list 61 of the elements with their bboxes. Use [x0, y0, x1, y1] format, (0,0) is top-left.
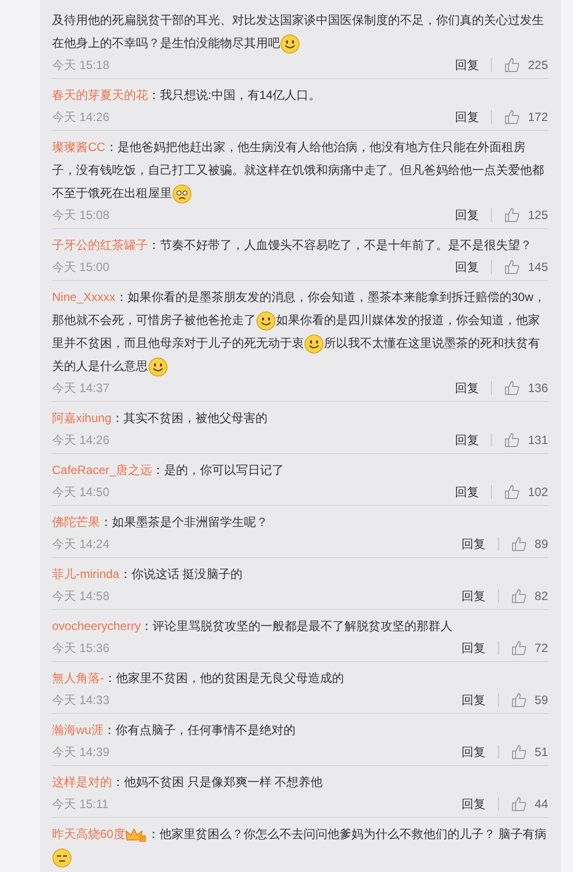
timestamp: 今天 14:50 — [52, 484, 110, 501]
comment-text: ：是他爸妈把他赶出家，他生病没有人给他治病，他没有地方住只能在外面租房 — [105, 139, 526, 156]
comment-text: 子，没有钱吃饭，自己打工又被骗。就这样在饥饿和病痛中走了。但凡爸妈给他一点关爱他都 — [52, 162, 544, 179]
comment-text: ：我只想说:中国，有14亿人口。 — [148, 87, 321, 104]
reply-button[interactable]: 回复 — [454, 379, 479, 397]
like-count: 59 — [534, 692, 548, 709]
reply-button[interactable]: 回复 — [462, 743, 486, 761]
like-count: 172 — [528, 109, 548, 126]
reply-button[interactable]: 回复 — [462, 691, 486, 709]
timestamp: 今天 15:36 — [52, 640, 110, 657]
like-count: 102 — [528, 484, 548, 501]
comment-text: ：是的，你可以写日记了 — [152, 462, 284, 479]
comment-text: 及待用他的死扁脱贫干部的耳光、对比发达国家谈中国医保制度的不足，你们真的关心过发生 — [52, 12, 544, 29]
like-count: 136 — [528, 380, 548, 397]
timestamp: 今天 14:39 — [52, 744, 110, 761]
comment-text: 不至于饿死在出租屋里 — [52, 185, 172, 202]
timestamp: 今天 14:26 — [52, 432, 110, 449]
reply-button[interactable]: 回复 — [462, 587, 486, 605]
reply-button[interactable]: 回复 — [454, 206, 479, 224]
timestamp: 今天 14:58 — [52, 588, 110, 605]
reply-button[interactable]: 回复 — [462, 639, 486, 657]
comment-text: 所以我不太懂在这里说墨茶的死和扶贫有 — [324, 335, 540, 352]
comment-text: ：你说这话 挺没脑子的 — [119, 566, 243, 583]
like-count: 89 — [534, 536, 548, 553]
like-count: 72 — [534, 640, 548, 657]
comment-text: ：他家里贫困么？你怎么不去问问他爹妈为什么不救他们的儿子？ 脑子有病 — [147, 826, 547, 843]
reply-button[interactable]: 回复 — [454, 258, 479, 276]
timestamp: 今天 14:33 — [52, 692, 110, 709]
like-count: 131 — [528, 432, 548, 449]
comment-text: 在他身上的不幸吗？是生怕没能物尽其用吧 — [52, 35, 280, 52]
comment-text: ：他家里不贫困，他的贫困是无良父母造成的 — [104, 670, 344, 687]
comment-text: ：评论里骂脱贫攻坚的一般都是最不了解脱贫攻坚的那群人 — [140, 618, 453, 635]
reply-button[interactable]: 回复 — [454, 108, 479, 126]
comment-text: ：他妈不贫困 只是像郑爽一样 不想养他 — [112, 774, 323, 791]
comment-text: 那他就不会死，可惜房子被他爸抢走了 — [52, 312, 256, 329]
reply-button[interactable]: 回复 — [462, 535, 486, 553]
timestamp: 今天 15:00 — [52, 259, 110, 276]
comment-text: 里并不贫困，而且他母亲对于儿子的死无动于衷 — [52, 335, 304, 352]
timestamp: 今天 15:18 — [52, 57, 110, 74]
like-count: 225 — [528, 57, 548, 74]
comment-text: ：节奏不好带了，人血馒头不容易吃了，不是十年前了。是不是很失望？ — [148, 237, 532, 254]
timestamp: 今天 14:26 — [52, 109, 110, 126]
like-count: 145 — [528, 259, 548, 276]
reply-button[interactable]: 回复 — [462, 795, 486, 813]
comment-text: ：如果墨茶是个非洲留学生呢？ — [100, 514, 268, 531]
reply-button[interactable]: 回复 — [454, 483, 479, 501]
timestamp: 今天 15:08 — [52, 207, 110, 224]
comment-text: ：如果你看的是墨茶朋友发的消息，你会知道，墨茶本来能拿到拆迁赔偿的30w， — [115, 289, 546, 306]
like-count: 51 — [534, 744, 548, 761]
like-count: 125 — [528, 207, 548, 224]
like-count: 44 — [534, 796, 548, 813]
comment-text: 关的人是什么意思 — [52, 358, 148, 375]
comment-text: ：你有点脑子，任何事情不是绝对的 — [103, 722, 296, 739]
timestamp: 今天 14:37 — [52, 380, 110, 397]
like-count: 82 — [534, 588, 548, 605]
comment-text: ：其实不贫困，被他父母害的 — [111, 410, 268, 427]
timestamp: 今天 14:24 — [52, 536, 110, 553]
reply-button[interactable]: 回复 — [454, 56, 479, 74]
reply-button[interactable]: 回复 — [454, 431, 479, 449]
timestamp: 今天 15:11 — [52, 796, 108, 813]
comment-text: 如果你看的是四川媒体发的报道，你会知道，他家 — [276, 312, 540, 329]
